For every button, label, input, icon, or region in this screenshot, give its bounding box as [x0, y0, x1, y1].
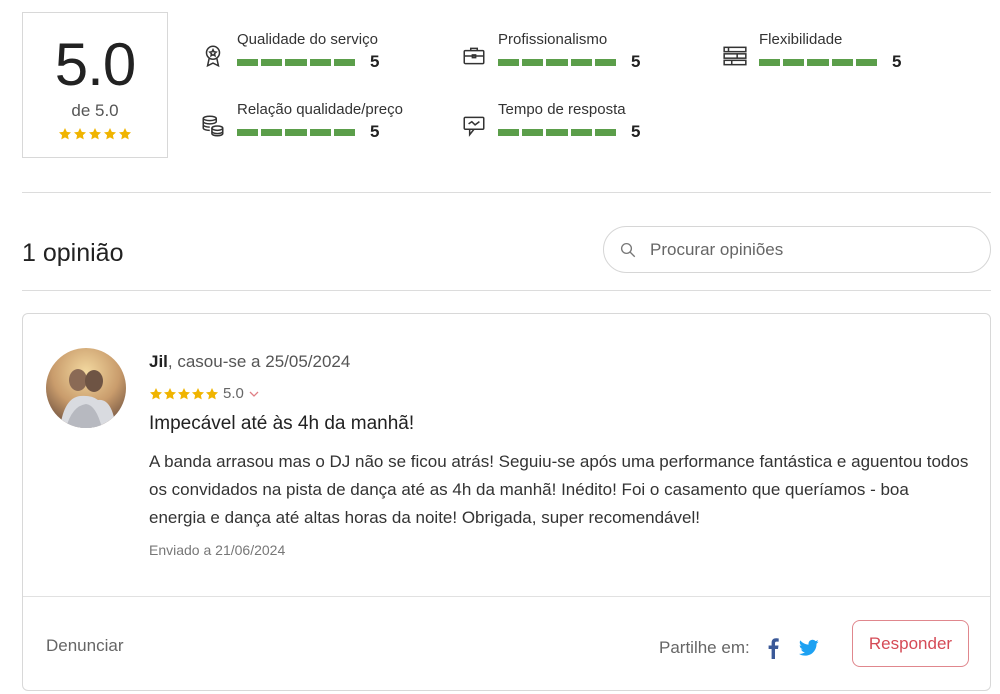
rating-value: 5 — [370, 122, 380, 141]
review-author: Jil, casou-se a 25/05/2024 — [149, 352, 350, 372]
rating-label: Flexibilidade — [759, 31, 843, 48]
rating-bar — [498, 129, 617, 136]
rating-value: 5 — [631, 122, 641, 141]
rating-label: Profissionalismo — [498, 31, 608, 48]
search-reviews-input[interactable] — [650, 239, 950, 260]
chat-icon — [461, 113, 487, 139]
search-reviews-box[interactable] — [603, 226, 991, 273]
overall-score-max: de 5.0 — [71, 101, 119, 120]
star-icon — [205, 387, 219, 401]
star-icon — [118, 127, 132, 141]
rating-bar — [237, 129, 356, 136]
twitter-icon[interactable] — [799, 639, 819, 657]
overall-stars — [23, 127, 167, 141]
search-icon — [619, 241, 637, 259]
reply-button[interactable]: Responder — [852, 620, 969, 667]
review-body: A banda arrasou mas o DJ não se ficou at… — [149, 452, 969, 527]
section-divider — [22, 192, 991, 193]
star-icon — [88, 127, 102, 141]
rating-bar — [237, 59, 356, 66]
reviews-count-title: 1 opinião — [22, 239, 124, 267]
briefcase-icon — [461, 43, 487, 69]
coins-icon — [200, 113, 226, 139]
facebook-icon[interactable] — [767, 637, 779, 659]
chevron-down-icon — [248, 388, 260, 400]
star-icon — [177, 387, 191, 401]
star-icon — [103, 127, 117, 141]
rating-value: 5 — [892, 52, 902, 71]
section-divider — [22, 290, 991, 291]
review-rating-value: 5.0 — [223, 385, 244, 402]
rating-bar — [498, 59, 617, 66]
review-sent-date: Enviado a 21/06/2024 — [149, 542, 286, 558]
review-stars — [149, 387, 219, 401]
report-link[interactable]: Denunciar — [46, 636, 124, 656]
star-icon — [58, 127, 72, 141]
award-icon — [200, 43, 226, 69]
review-card: Jil, casou-se a 25/05/2024 5.0 Impecável… — [22, 313, 991, 691]
star-icon — [149, 387, 163, 401]
layers-icon — [722, 43, 748, 69]
review-title: Impecável até às 4h da manhã! — [149, 413, 415, 434]
rating-label: Qualidade do serviço — [237, 31, 378, 48]
share-label: Partilhe em: — [659, 638, 750, 657]
overall-score: 5.0 — [54, 31, 136, 98]
author-name[interactable]: Jil — [149, 352, 168, 371]
rating-bar — [759, 59, 878, 66]
overall-rating-box: 5.0 de 5.0 — [22, 12, 168, 158]
card-divider — [23, 596, 990, 597]
rating-value: 5 — [631, 52, 641, 71]
star-icon — [163, 387, 177, 401]
author-wedding-date: , casou-se a 25/05/2024 — [167, 352, 351, 371]
rating-label: Tempo de resposta — [498, 101, 626, 118]
review-rating[interactable]: 5.0 — [149, 385, 260, 402]
avatar[interactable] — [46, 348, 126, 428]
rating-label: Relação qualidade/preço — [237, 101, 403, 118]
star-icon — [73, 127, 87, 141]
star-icon — [191, 387, 205, 401]
rating-value: 5 — [370, 52, 380, 71]
